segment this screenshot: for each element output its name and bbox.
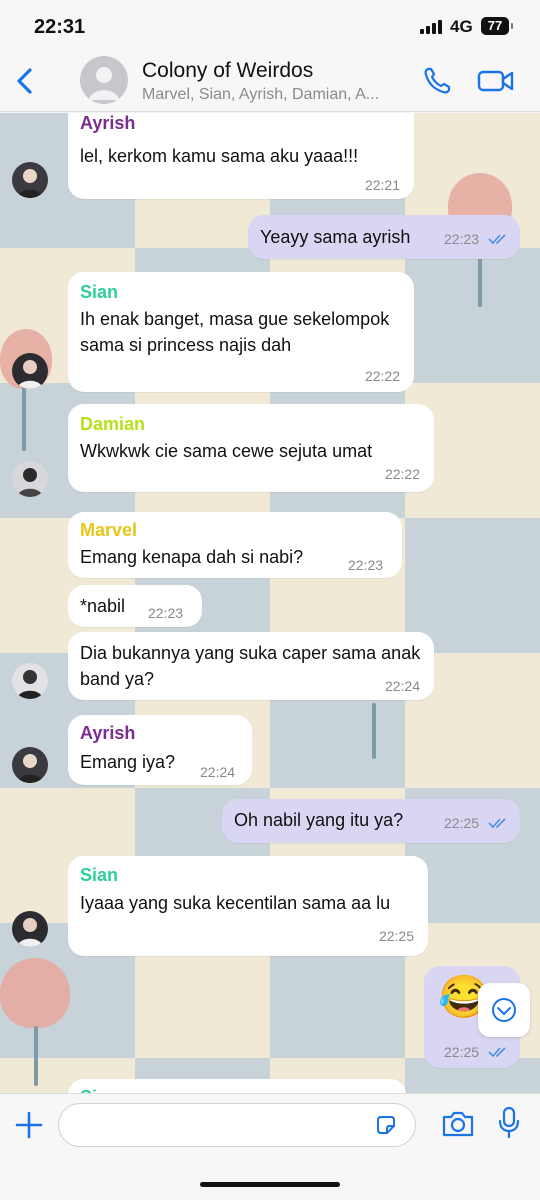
message-time: 22:23 [148,605,184,621]
message-bubble[interactable]: Oh nabil yang itu ya? 22:25 [222,799,520,843]
phone-icon [424,67,451,94]
wallpaper-stem [22,387,26,451]
video-call-button[interactable] [476,64,516,98]
message-time: 22:22 [384,466,420,482]
message-time: 22:24 [200,764,236,780]
message-time: 22:25 [444,1044,480,1060]
person-icon [17,169,43,198]
message-text: Iyaaa yang suka kecentilan sama aa lu [80,893,391,913]
message-time: 22:25 [444,815,480,831]
message-text: Emang iya? [80,752,176,772]
camera-button[interactable] [440,1106,476,1142]
read-ticks-icon [488,818,506,829]
video-icon [477,70,514,92]
avatar[interactable] [12,747,48,783]
message-text: lel, kerkom kamu sama aku yaaa!!! [80,146,359,166]
message-time: 22:23 [444,231,480,247]
read-ticks-icon [488,1047,506,1058]
message-text: Yeayy sama ayrish [260,227,411,247]
message-sender: Ayrish [80,723,136,743]
message-text: Dia bukannya yang suka caper sama anak b… [80,643,421,689]
avatar[interactable] [12,663,48,699]
wallpaper-stem [34,1026,38,1086]
status-time: 22:31 [34,16,86,38]
voice-call-button[interactable] [420,64,454,98]
message-bubble[interactable]: Marvel Emang kenapa dah si nabi? 22:23 [68,512,402,578]
chevron-down-icon [492,998,516,1022]
chat-members[interactable]: Marvel, Sian, Ayrish, Damian, A... [142,86,406,104]
wallpaper-tile [405,248,540,383]
message-time: 22:25 [378,928,414,944]
message-text: *nabil [80,596,126,616]
message-sender: Sian [80,282,119,302]
home-indicator [200,1182,340,1187]
person-icon [17,360,43,389]
wallpaper-stem [372,703,376,759]
avatar[interactable] [12,461,48,497]
message-bubble[interactable]: Sian Iyaaa yang suka kecentilan sama aa … [68,856,428,956]
person-icon [17,754,43,783]
back-icon [17,68,32,94]
message-text: Ih enak banget, masa gue sekelompok sama… [80,309,390,355]
message-text: Emang kenapa dah si nabi? [80,547,304,567]
status-bar: 22:31 4G 77 [0,0,540,52]
person-icon [17,918,43,947]
signal-icon [420,20,444,34]
message-input[interactable] [58,1103,416,1147]
mic-icon [498,1106,520,1139]
group-avatar[interactable] [80,56,128,104]
avatar[interactable] [12,911,48,947]
chat-header: Colony of Weirdos Marvel, Sian, Ayrish, … [0,52,540,112]
read-ticks-icon [488,234,506,245]
sticker-icon [377,1116,395,1134]
voice-note-button[interactable] [494,1104,524,1142]
message-time: 22:22 [364,368,400,384]
message-time: 22:21 [364,177,400,193]
message-sender: Sian [80,865,119,885]
message-bubble[interactable]: Ayrish lel, kerkom kamu sama aku yaaa!!!… [68,113,414,199]
message-sender: Ayrish [80,113,136,133]
wallpaper-flower [0,958,70,1028]
message-time: 22:24 [384,678,420,694]
attach-button[interactable] [12,1108,46,1142]
message-sender: Marvel [80,520,138,540]
message-bubble[interactable]: *nabil 22:23 [68,585,202,627]
person-icon [17,468,43,497]
person-icon [17,670,43,699]
plus-icon [15,1111,43,1139]
message-bubble[interactable]: Yeayy sama ayrish 22:23 [248,215,520,259]
message-bubble[interactable]: Damian Wkwkwk cie sama cewe sejuta umat … [68,404,434,492]
camera-icon [442,1111,474,1137]
message-bubble[interactable]: Dia bukannya yang suka caper sama anak b… [68,632,434,700]
person-icon [89,67,119,100]
sticker-button[interactable] [374,1113,398,1137]
message-text: Wkwkwk cie sama cewe sejuta umat [80,441,373,461]
message-bubble[interactable]: Sian [68,1079,406,1093]
message-text: Oh nabil yang itu ya? [234,810,404,830]
message-bubble[interactable]: Ayrish Emang iya? 22:24 [68,715,252,785]
back-button[interactable] [8,62,44,100]
message-sender: Damian [80,414,146,434]
avatar[interactable] [12,162,48,198]
avatar[interactable] [12,353,48,389]
chat-title[interactable]: Colony of Weirdos [142,59,313,83]
composer-bar [0,1093,540,1200]
message-list[interactable]: Ayrish lel, kerkom kamu sama aku yaaa!!!… [0,113,540,1093]
message-bubble[interactable]: Sian Ih enak banget, masa gue sekelompok… [68,272,414,392]
scroll-down-button[interactable] [478,983,530,1037]
message-time: 22:23 [348,557,384,573]
network-label: 4G [450,17,473,36]
battery-icon: 77 [481,17,513,35]
